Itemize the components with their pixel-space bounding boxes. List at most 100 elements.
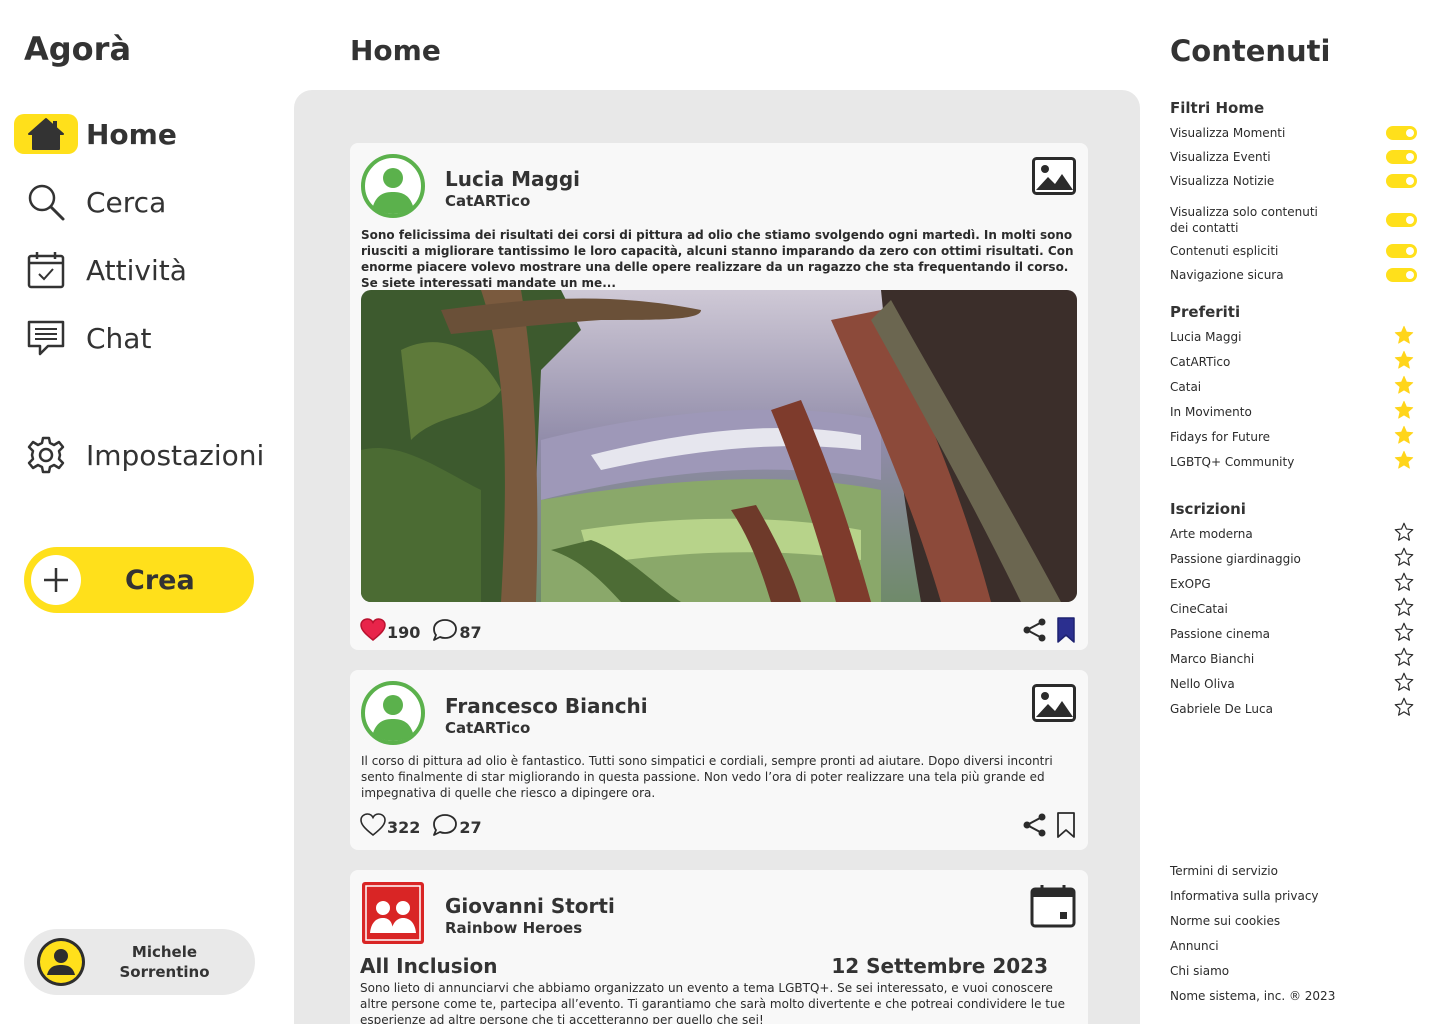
app-logo-text: Agorà bbox=[24, 30, 132, 68]
post-card: Lucia Maggi CatARTico Sono felicissima d… bbox=[350, 143, 1088, 650]
star-filled-icon[interactable] bbox=[1394, 375, 1414, 398]
comment-icon[interactable] bbox=[432, 618, 458, 646]
star-filled-icon[interactable] bbox=[1394, 400, 1414, 423]
favorites-section: Preferiti Lucia Maggi CatARTico Catai In Mo… bbox=[1170, 303, 1420, 474]
home-filters: Filtri Home Visualizza Momenti Visualizz… bbox=[1170, 99, 1420, 287]
star-filled-icon[interactable] bbox=[1394, 350, 1414, 373]
subscription-row[interactable]: Passione giardinaggio bbox=[1170, 546, 1420, 571]
filter-label: Visualizza Notizie bbox=[1170, 174, 1275, 188]
chat-icon bbox=[14, 318, 78, 358]
favorites-heading: Preferiti bbox=[1170, 303, 1241, 321]
create-button-label: Crea bbox=[125, 564, 195, 596]
post-author[interactable]: Giovanni Storti bbox=[445, 894, 615, 918]
post-image[interactable] bbox=[361, 290, 1077, 602]
star-outline-icon[interactable] bbox=[1394, 647, 1414, 670]
avatar[interactable] bbox=[361, 154, 425, 222]
star-outline-icon[interactable] bbox=[1394, 597, 1414, 620]
user-profile-button[interactable]: Michele Sorrentino bbox=[24, 929, 255, 995]
post-header: Lucia Maggi CatARTico bbox=[361, 154, 580, 222]
subscription-row[interactable]: ExOPG bbox=[1170, 571, 1420, 596]
nav-item-activity[interactable]: Attività bbox=[14, 246, 284, 294]
star-outline-icon[interactable] bbox=[1394, 672, 1414, 695]
favorite-row[interactable]: Lucia Maggi bbox=[1170, 324, 1420, 349]
toggle-switch[interactable] bbox=[1386, 213, 1417, 227]
subscriptions-section: Iscrizioni Arte moderna Passione giardina… bbox=[1170, 500, 1420, 721]
nav-label-activity: Attività bbox=[86, 253, 187, 287]
like-count: 322 bbox=[387, 817, 421, 837]
subscription-label: Arte moderna bbox=[1170, 526, 1253, 541]
filter-row: Visualizza Momenti bbox=[1170, 121, 1420, 145]
bookmark-outline-icon[interactable] bbox=[1056, 812, 1076, 842]
nav-item-chat[interactable]: Chat bbox=[14, 314, 284, 362]
footer-links: Termini di servizio Informativa sulla pr… bbox=[1170, 862, 1335, 1012]
star-filled-icon[interactable] bbox=[1394, 450, 1414, 473]
post-group[interactable]: Rainbow Heroes bbox=[445, 919, 615, 937]
footer-link[interactable]: Annunci bbox=[1170, 937, 1335, 962]
star-outline-icon[interactable] bbox=[1394, 547, 1414, 570]
toggle-switch[interactable] bbox=[1386, 150, 1417, 164]
filter-label: Navigazione sicura bbox=[1170, 268, 1284, 282]
toggle-switch[interactable] bbox=[1386, 126, 1417, 140]
comment-count: 87 bbox=[459, 622, 482, 642]
share-icon[interactable] bbox=[1022, 812, 1048, 842]
toggle-switch[interactable] bbox=[1386, 244, 1417, 258]
comment-icon[interactable] bbox=[432, 813, 458, 841]
nav-item-settings[interactable]: Impostazioni bbox=[14, 431, 284, 479]
home-icon bbox=[14, 114, 78, 154]
footer-link[interactable]: Informativa sulla privacy bbox=[1170, 887, 1335, 912]
subscription-label: Passione giardinaggio bbox=[1170, 551, 1301, 566]
subscription-label: Passione cinema bbox=[1170, 626, 1270, 641]
post-text: Sono felicissima dei risultati dei corsi… bbox=[361, 228, 1074, 290]
plus-icon bbox=[31, 555, 81, 605]
filter-label: Contenuti espliciti bbox=[1170, 244, 1279, 258]
footer-link[interactable]: Chi siamo bbox=[1170, 962, 1335, 987]
favorite-row[interactable]: Fidays for Future bbox=[1170, 424, 1420, 449]
subscription-row[interactable]: Arte moderna bbox=[1170, 521, 1420, 546]
post-group[interactable]: CatARTico bbox=[445, 192, 580, 210]
post-author[interactable]: Lucia Maggi bbox=[445, 167, 580, 191]
favorite-label: CatARTico bbox=[1170, 354, 1231, 369]
post-actions: 190 87 bbox=[360, 617, 1076, 647]
star-outline-icon[interactable] bbox=[1394, 697, 1414, 720]
favorite-row[interactable]: LGBTQ+ Community bbox=[1170, 449, 1420, 474]
filter-row: Contenuti espliciti bbox=[1170, 239, 1420, 263]
subscription-label: Nello Oliva bbox=[1170, 676, 1235, 691]
create-button[interactable]: Crea bbox=[24, 547, 254, 613]
avatar[interactable] bbox=[361, 681, 425, 749]
favorite-row[interactable]: Catai bbox=[1170, 374, 1420, 399]
group-avatar[interactable] bbox=[361, 881, 425, 949]
subscription-row[interactable]: Nello Oliva bbox=[1170, 671, 1420, 696]
subscription-row[interactable]: Passione cinema bbox=[1170, 621, 1420, 646]
nav-label-search: Cerca bbox=[86, 185, 167, 219]
star-outline-icon[interactable] bbox=[1394, 522, 1414, 545]
share-icon[interactable] bbox=[1022, 617, 1048, 647]
nav-item-search[interactable]: Cerca bbox=[14, 178, 284, 226]
heart-outline-icon[interactable] bbox=[360, 813, 386, 841]
nav-item-home[interactable]: Home bbox=[14, 110, 284, 158]
subscription-row[interactable]: Marco Bianchi bbox=[1170, 646, 1420, 671]
post-author[interactable]: Francesco Bianchi bbox=[445, 694, 648, 718]
subscription-row[interactable]: CineCatai bbox=[1170, 596, 1420, 621]
favorite-row[interactable]: CatARTico bbox=[1170, 349, 1420, 374]
star-filled-icon[interactable] bbox=[1394, 325, 1414, 348]
nav-label-settings: Impostazioni bbox=[86, 438, 265, 472]
subscription-row[interactable]: Gabriele De Luca bbox=[1170, 696, 1420, 721]
like-count: 190 bbox=[387, 622, 421, 642]
comment-count: 27 bbox=[459, 817, 482, 837]
star-outline-icon[interactable] bbox=[1394, 622, 1414, 645]
bookmark-filled-icon[interactable] bbox=[1056, 617, 1076, 647]
favorite-row[interactable]: In Movimento bbox=[1170, 399, 1420, 424]
nav-label-home: Home bbox=[86, 117, 177, 151]
favorite-label: Catai bbox=[1170, 379, 1202, 394]
star-filled-icon[interactable] bbox=[1394, 425, 1414, 448]
toggle-switch[interactable] bbox=[1386, 268, 1417, 282]
toggle-switch[interactable] bbox=[1386, 174, 1417, 188]
footer-link[interactable]: Norme sui cookies bbox=[1170, 912, 1335, 937]
heart-filled-icon[interactable] bbox=[360, 618, 386, 646]
filter-row: Visualizza Notizie bbox=[1170, 169, 1420, 193]
event-card: Giovanni Storti Rainbow Heroes All Inclu… bbox=[350, 870, 1088, 1024]
footer-link[interactable]: Termini di servizio bbox=[1170, 862, 1335, 887]
star-outline-icon[interactable] bbox=[1394, 572, 1414, 595]
post-group[interactable]: CatARTico bbox=[445, 719, 648, 737]
subscriptions-heading: Iscrizioni bbox=[1170, 500, 1246, 518]
